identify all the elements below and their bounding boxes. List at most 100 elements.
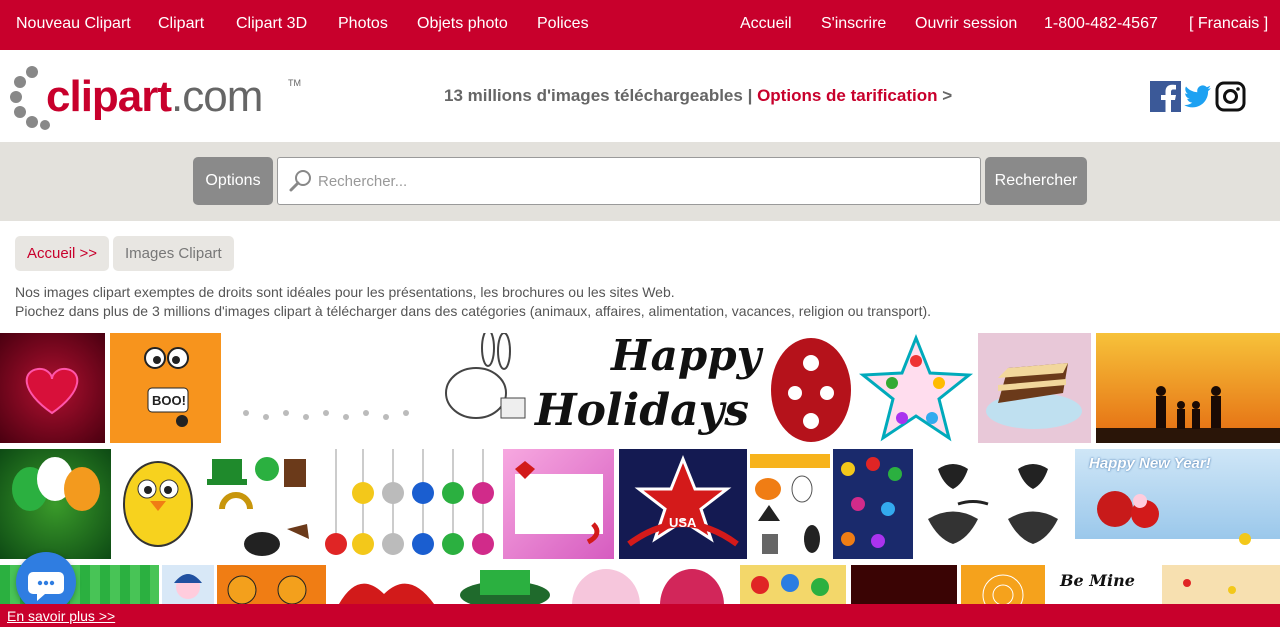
happy-new-year-thumbnail[interactable]: Happy New Year! [1075, 449, 1280, 559]
cake-thumbnail[interactable] [978, 333, 1091, 443]
chat-bubble-icon [28, 572, 64, 601]
gift-card-thumbnail[interactable] [503, 449, 614, 559]
facebook-icon[interactable] [1150, 81, 1181, 112]
usa-text: USA [669, 515, 697, 530]
cake-icon [986, 363, 1082, 429]
nav-photo-objects[interactable]: Objets photo [417, 15, 508, 33]
stickers-icon [751, 574, 829, 596]
rabbit-footprints-thumbnail[interactable] [226, 333, 530, 443]
description-line-1: Nos images clipart exemptes de droits so… [15, 284, 675, 300]
leprechaun-thumbnail[interactable] [450, 565, 560, 604]
chick-icon [123, 461, 193, 547]
halloween-pumpkins-thumbnail[interactable] [217, 565, 326, 604]
chick-thumbnail[interactable] [114, 449, 202, 559]
boo-text: BOO! [152, 393, 186, 408]
girl-icon [174, 574, 202, 599]
stars-icon [1183, 579, 1236, 594]
nav-login[interactable]: Ouvrir session [915, 15, 1017, 33]
top-hat-icon [460, 570, 550, 604]
breadcrumb-current: Images Clipart [113, 236, 234, 271]
nav-clipart-3d[interactable]: Clipart 3D [236, 15, 307, 33]
spiderweb-icon [982, 574, 1024, 604]
family-sunset-thumbnail[interactable] [1096, 333, 1280, 443]
easter-egg-thumbnail[interactable] [765, 333, 857, 443]
nav-new-clipart[interactable]: Nouveau Clipart [16, 15, 131, 33]
monster-eyes-icon [144, 347, 189, 427]
leprechaun-hat-icon [207, 457, 309, 556]
heart-clipart-thumbnail[interactable] [0, 333, 105, 443]
bow-icon [339, 583, 434, 604]
dark-red-thumbnail[interactable] [851, 565, 957, 604]
halloween-thumbnail[interactable] [750, 449, 830, 559]
rabbit-icon [243, 333, 526, 420]
logo-trademark: TM [288, 78, 301, 88]
nav-photos[interactable]: Photos [338, 15, 388, 33]
nav-fonts[interactable]: Polices [537, 15, 589, 33]
chat-button[interactable] [16, 552, 76, 612]
learn-more-link[interactable]: En savoir plus >> [7, 608, 115, 624]
clipart-logo[interactable]: clipart.com TM [10, 60, 310, 135]
search-button[interactable]: Rechercher [985, 157, 1087, 205]
nav-signup[interactable]: S'inscrire [821, 15, 886, 33]
pumpkins-icon [227, 575, 307, 604]
red-bow-thumbnail[interactable] [334, 565, 442, 604]
gold-stars-thumbnail[interactable] [1162, 565, 1280, 604]
candy-star-thumbnail[interactable] [857, 333, 975, 443]
girl-thumbnail[interactable] [162, 565, 214, 604]
pink-egg-thumbnail[interactable] [562, 565, 650, 604]
christmas-ornaments-thumbnail[interactable] [318, 449, 499, 559]
red-egg-icon [660, 569, 724, 604]
tagline: 13 millions d'images téléchargeables | O… [444, 86, 952, 106]
search-placeholder: Rechercher... [318, 173, 408, 190]
description-line-2: Piochez dans plus de 3 millions d'images… [15, 303, 932, 319]
pumpkin-icon [750, 454, 830, 554]
nav-home[interactable]: Accueil [740, 15, 792, 33]
balloons-icon [12, 457, 100, 511]
breadcrumb-home[interactable]: Accueil >> [15, 236, 110, 271]
search-input[interactable]: Rechercher... [277, 157, 981, 205]
heart-icon [25, 367, 79, 415]
twitter-icon[interactable] [1182, 81, 1213, 112]
happy-text: Happy [611, 333, 762, 380]
search-icon [289, 170, 311, 192]
star-icon [858, 333, 974, 442]
red-egg-thumbnail[interactable] [652, 565, 732, 604]
new-year-text: Happy New Year! [1089, 455, 1211, 472]
boo-clipart-thumbnail[interactable]: BOO! [110, 333, 221, 443]
instagram-icon[interactable] [1215, 81, 1246, 112]
nav-language[interactable]: [ Francais ] [1189, 15, 1268, 33]
nav-phone[interactable]: 1-800-482-4567 [1044, 15, 1158, 33]
be-mine-thumbnail[interactable]: Be Mine [1048, 565, 1156, 604]
be-mine-text: Be Mine [1060, 571, 1135, 590]
ornaments-icon [325, 449, 494, 555]
logo-main-text: clipart [46, 72, 172, 121]
st-patricks-balloons-thumbnail[interactable] [0, 449, 111, 559]
gift-bow-icon [515, 461, 603, 545]
family-silhouette-icon [1096, 386, 1280, 443]
spiderweb-thumbnail[interactable] [961, 565, 1045, 604]
stickers-thumbnail[interactable] [740, 565, 846, 604]
nav-clipart[interactable]: Clipart [158, 15, 204, 33]
happy-holidays-thumbnail[interactable]: Happy Holidays [533, 333, 765, 443]
logo-petals-icon [10, 66, 50, 130]
top-navigation: Nouveau Clipart Clipart Clipart 3D Photo… [0, 0, 1280, 50]
winged-heart-icon [928, 464, 1058, 544]
winged-hearts-thumbnail[interactable] [918, 449, 1070, 559]
tagline-text: 13 millions d'images téléchargeables [444, 86, 743, 105]
tagline-separator: | [747, 86, 753, 105]
pricing-arrow[interactable]: > [942, 86, 952, 105]
holidays-text: Holidays [535, 385, 749, 436]
egg-icon [771, 338, 851, 442]
page-description: Nos images clipart exemptes de droits so… [15, 283, 931, 321]
options-button[interactable]: Options [193, 157, 273, 205]
site-header: clipart.com TM 13 millions d'images télé… [0, 50, 1280, 142]
irish-icons-thumbnail[interactable] [202, 449, 316, 559]
pink-egg-icon [572, 569, 640, 604]
cookie-banner: En savoir plus >> [0, 604, 1280, 627]
usa-star-icon [627, 454, 739, 547]
logo-suffix-text: .com [171, 72, 263, 121]
usa-star-thumbnail[interactable]: USA [619, 449, 747, 559]
lollipops-icon [841, 457, 902, 548]
candy-rain-thumbnail[interactable] [833, 449, 913, 559]
pricing-link[interactable]: Options de tarification [757, 86, 937, 105]
